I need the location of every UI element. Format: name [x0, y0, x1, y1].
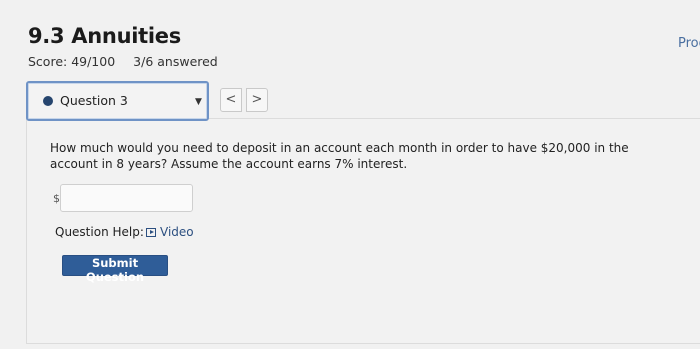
answer-input[interactable]	[60, 184, 193, 212]
video-link-label: Video	[160, 225, 194, 239]
video-help-link[interactable]: Video	[146, 225, 194, 239]
score-row: Score: 49/100 3/6 answered	[28, 54, 218, 69]
progress-link[interactable]: Prog	[678, 36, 700, 51]
submit-question-button[interactable]: Submit Question	[62, 255, 168, 284]
currency-symbol: $	[53, 192, 60, 205]
video-icon	[146, 228, 156, 237]
question-status-dot-icon	[43, 96, 53, 106]
page-title: 9.3 Annuities	[28, 24, 181, 48]
answered-count: 3/6 answered	[133, 54, 218, 69]
score-text: Score: 49/100	[28, 54, 116, 69]
question-help-label: Question Help:	[55, 225, 144, 239]
question-dropdown-label: Question 3	[60, 93, 128, 108]
question-text: How much would you need to deposit in an…	[50, 141, 629, 171]
question-dropdown[interactable]: Question 3 ▼	[26, 81, 209, 121]
previous-question-button[interactable]: <	[220, 88, 242, 112]
next-question-button[interactable]: >	[246, 88, 268, 112]
chevron-down-icon: ▼	[195, 97, 202, 107]
